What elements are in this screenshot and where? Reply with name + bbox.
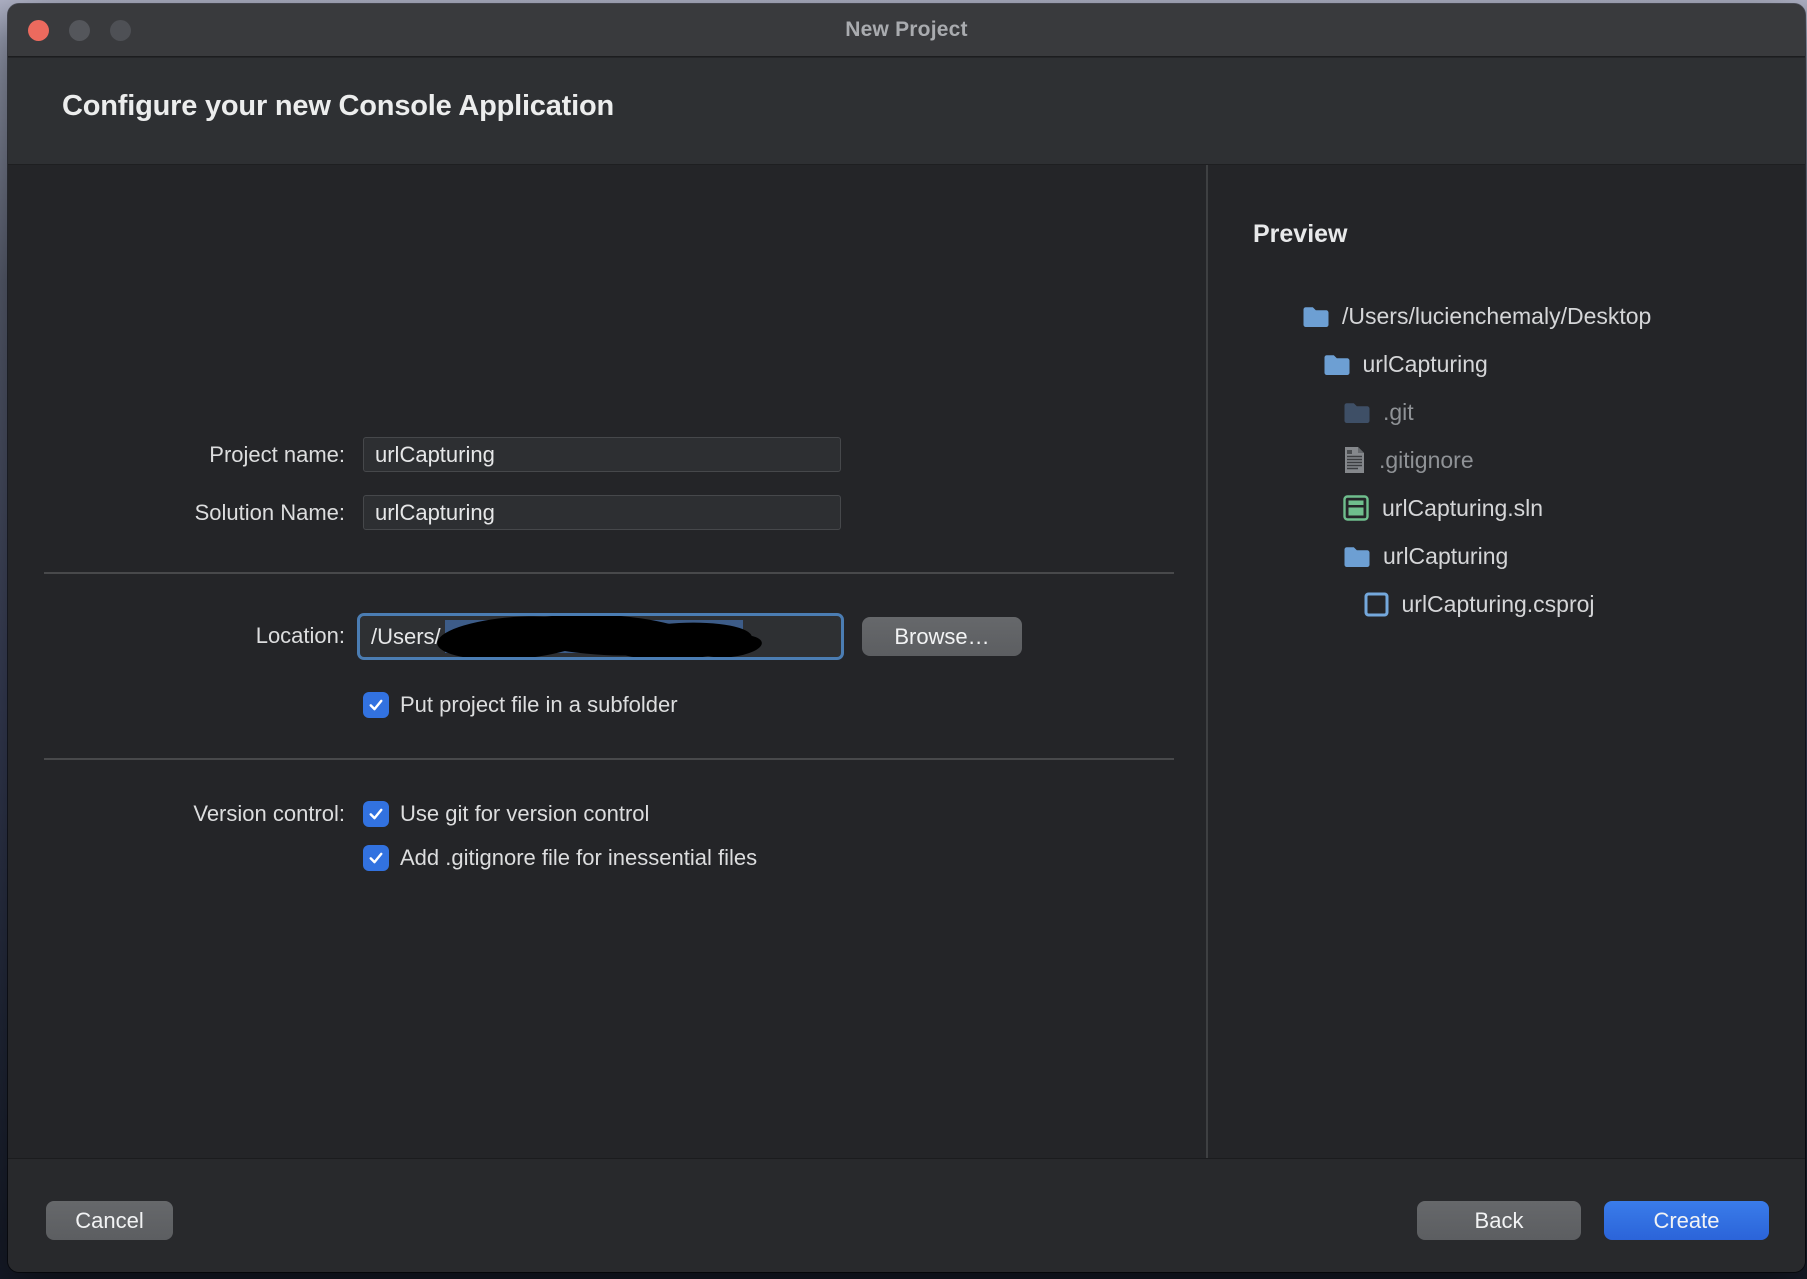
- project-name-label: Project name:: [8, 442, 345, 468]
- tree-item-label: .gitignore: [1379, 447, 1474, 474]
- new-project-dialog: New Project Configure your new Console A…: [8, 4, 1805, 1272]
- back-button[interactable]: Back: [1417, 1201, 1581, 1240]
- location-input[interactable]: /Users/ top: [357, 613, 844, 660]
- tree-item-label: urlCapturing.sln: [1382, 495, 1543, 522]
- preview-pane: Preview /Users/lucienchemaly/Desktop urlC…: [1208, 165, 1805, 1158]
- tree-row: urlCapturing.sln: [1208, 484, 1805, 532]
- file-icon: [1343, 446, 1366, 474]
- add-gitignore-checkbox-label[interactable]: Add .gitignore file for inessential file…: [400, 845, 757, 871]
- tree-row: .git: [1208, 388, 1805, 436]
- folder-icon: [1302, 304, 1329, 328]
- section-divider: [44, 758, 1174, 760]
- sln-icon: [1343, 495, 1369, 521]
- tree-item-label: urlCapturing: [1363, 351, 1488, 378]
- checkmark-icon: [367, 849, 385, 867]
- minimize-button[interactable]: [69, 20, 90, 41]
- tree-row: urlCapturing.csproj: [1208, 580, 1805, 628]
- tree-row: /Users/lucienchemaly/Desktop: [1208, 292, 1805, 340]
- dialog-footer: Cancel Back Create: [8, 1158, 1805, 1272]
- subfolder-checkbox-label[interactable]: Put project file in a subfolder: [400, 692, 678, 718]
- tree-row: urlCapturing: [1208, 532, 1805, 580]
- project-name-input[interactable]: urlCapturing: [363, 437, 841, 472]
- form-pane: Project name: urlCapturing Solution Name…: [8, 165, 1206, 1158]
- tree-item-label: /Users/lucienchemaly/Desktop: [1342, 303, 1651, 330]
- folder-icon: [1323, 352, 1350, 376]
- checkmark-icon: [367, 696, 385, 714]
- preview-title: Preview: [1253, 220, 1348, 249]
- window-title: New Project: [8, 18, 1805, 42]
- solution-name-input[interactable]: urlCapturing: [363, 495, 841, 530]
- add-gitignore-checkbox[interactable]: [363, 845, 389, 871]
- title-bar: New Project: [8, 4, 1805, 57]
- tree-item-label: urlCapturing.csproj: [1402, 591, 1595, 618]
- close-button[interactable]: [28, 20, 49, 41]
- preview-tree: /Users/lucienchemaly/Desktop urlCapturing…: [1208, 292, 1805, 628]
- tree-item-label: urlCapturing: [1383, 543, 1508, 570]
- folder-icon: [1343, 544, 1370, 568]
- location-label: Location:: [8, 623, 345, 649]
- dialog-content: Project name: urlCapturing Solution Name…: [8, 165, 1805, 1158]
- create-button[interactable]: Create: [1604, 1201, 1769, 1240]
- tree-item-label: .git: [1383, 399, 1414, 426]
- dialog-header: Configure your new Console Application: [8, 58, 1805, 165]
- solution-name-label: Solution Name:: [8, 500, 345, 526]
- git-folder-icon: [1343, 400, 1370, 424]
- csproj-icon: [1364, 592, 1389, 617]
- traffic-lights: [28, 4, 131, 57]
- checkmark-icon: [367, 805, 385, 823]
- subfolder-checkbox[interactable]: [363, 692, 389, 718]
- tree-row: .gitignore: [1208, 436, 1805, 484]
- use-git-checkbox[interactable]: [363, 801, 389, 827]
- use-git-checkbox-label[interactable]: Use git for version control: [400, 801, 649, 827]
- page-title: Configure your new Console Application: [62, 90, 614, 123]
- redaction-scribble: [430, 613, 770, 660]
- cancel-button[interactable]: Cancel: [46, 1201, 173, 1240]
- version-control-label: Version control:: [8, 801, 345, 827]
- browse-button[interactable]: Browse…: [862, 617, 1022, 656]
- section-divider: [44, 572, 1174, 574]
- tree-row: urlCapturing: [1208, 340, 1805, 388]
- zoom-button[interactable]: [110, 20, 131, 41]
